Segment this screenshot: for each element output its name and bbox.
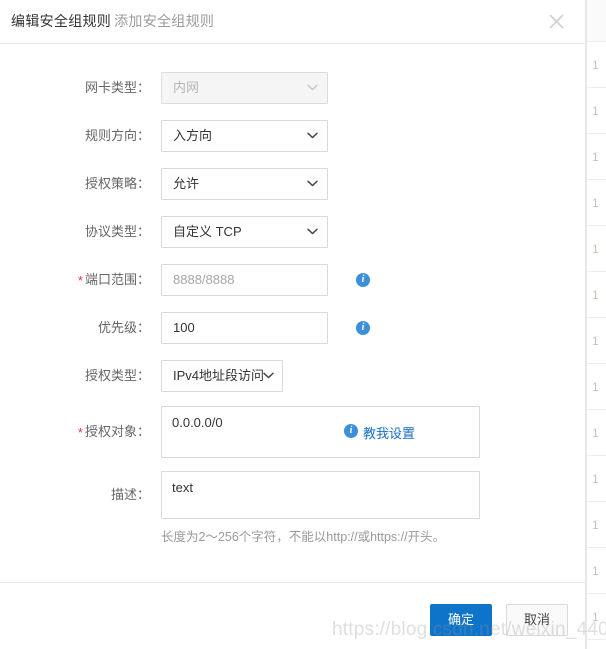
info-icon[interactable]: i (356, 321, 370, 335)
background-table-row: 1 (587, 594, 606, 640)
field-protocol-type: 协议类型： 自定义 TCP (0, 216, 585, 248)
dialog-header: 编辑安全组规则 添加安全组规则 (0, 0, 585, 44)
field-label-nic-type: 网卡类型： (84, 80, 150, 95)
rule-direction-value: 入方向 (173, 128, 213, 143)
field-label-auth-object-text: 授权对象： (84, 424, 150, 439)
protocol-type-select[interactable]: 自定义 TCP (161, 216, 328, 248)
nic-type-control: 内网 (161, 72, 328, 104)
priority-control: 100 (161, 312, 328, 344)
description-hint: 长度为2～256个字符，不能以http://或https://开头。 (161, 530, 446, 544)
field-priority: 优先级： 100 i (0, 312, 585, 344)
protocol-type-control: 自定义 TCP (161, 216, 328, 248)
field-label-port-range-text: 端口范围： (84, 272, 150, 287)
chevron-down-icon (307, 180, 318, 187)
confirm-button[interactable]: 确定 (430, 604, 492, 636)
background-table-row: 1 (587, 456, 606, 502)
rule-direction-control: 入方向 (161, 120, 328, 152)
field-label-auth-object: * 授权对象： (0, 406, 150, 458)
description-control: text (161, 471, 480, 519)
info-icon[interactable]: i (344, 424, 358, 438)
dialog-title-main: 编辑安全组规则 (11, 13, 112, 29)
background-table-row: 1 (587, 502, 606, 548)
auth-object-textarea[interactable]: 0.0.0.0/0 (161, 406, 480, 458)
description-textarea[interactable]: text (161, 471, 480, 519)
field-auth-policy: 授权策略： 允许 (0, 168, 585, 200)
background-table-row: 1 (587, 42, 606, 88)
dialog-footer: 确定 取消 (0, 582, 586, 649)
background-table-row: 1 (587, 88, 606, 134)
teach-me-settings-link[interactable]: 教我设置 (363, 423, 415, 442)
rule-direction-select[interactable]: 入方向 (161, 120, 328, 152)
security-group-rule-dialog: 编辑安全组规则 添加安全组规则 网卡类型： 内网 规则方向： 入方向 授权策略：… (0, 0, 586, 649)
auth-policy-control: 允许 (161, 168, 328, 200)
field-description: 描述： text (0, 471, 585, 519)
background-table-header (587, 0, 606, 42)
auth-object-control: 0.0.0.0/0 (161, 406, 480, 458)
field-label-priority: 优先级： (97, 320, 150, 335)
chevron-down-icon (263, 372, 274, 379)
field-auth-object: * 授权对象： 0.0.0.0/0 i 教我设置 (0, 406, 585, 458)
close-icon[interactable] (541, 6, 571, 36)
background-table-row: 1 (587, 548, 606, 594)
field-label-description: 描述： (110, 487, 150, 502)
field-label-auth-policy: 授权策略： (84, 176, 150, 191)
auth-type-value: IPv4地址段访问 (173, 368, 265, 383)
field-label-protocol-type: 协议类型： (84, 224, 150, 239)
auth-type-control: IPv4地址段访问 (161, 360, 283, 392)
auth-policy-value: 允许 (173, 176, 200, 191)
field-label-port-range: * 端口范围： (0, 264, 150, 296)
nic-type-value: 内网 (173, 80, 200, 95)
background-table-row: 1 (587, 410, 606, 456)
background-table-row: 1 (587, 226, 606, 272)
dialog-title: 编辑安全组规则 添加安全组规则 (11, 11, 214, 31)
protocol-type-value: 自定义 TCP (173, 224, 242, 239)
dialog-title-sub: 添加安全组规则 (114, 13, 215, 29)
background-table-row: 1 (587, 134, 606, 180)
field-label-auth-type: 授权类型： (84, 368, 150, 383)
background-table-row: 1 (587, 272, 606, 318)
background-table-row: 1 (587, 180, 606, 226)
screen: 1 1 1 1 1 1 1 1 1 1 1 1 1 编辑安全组规则 添加安全组规则 (0, 0, 606, 649)
background-table-row: 1 (587, 364, 606, 410)
field-rule-direction: 规则方向： 入方向 (0, 120, 585, 152)
required-marker: * (77, 273, 83, 288)
chevron-down-icon (307, 228, 318, 235)
dialog-body: 网卡类型： 内网 规则方向： 入方向 授权策略： 允许 协议类型： 自定义 TC… (0, 44, 585, 582)
auth-policy-select[interactable]: 允许 (161, 168, 328, 200)
field-auth-type: 授权类型： IPv4地址段访问 (0, 360, 585, 392)
nic-type-select: 内网 (161, 72, 328, 104)
port-range-input[interactable]: 8888/8888 (161, 264, 328, 296)
info-icon[interactable]: i (356, 273, 370, 287)
field-nic-type: 网卡类型： 内网 (0, 72, 585, 104)
chevron-down-icon (307, 132, 318, 139)
priority-input[interactable]: 100 (161, 312, 328, 344)
auth-type-select[interactable]: IPv4地址段访问 (161, 360, 283, 392)
required-marker: * (77, 425, 83, 440)
cancel-button[interactable]: 取消 (506, 604, 568, 636)
chevron-down-icon (307, 84, 318, 91)
port-range-control: 8888/8888 (161, 264, 328, 296)
background-table: 1 1 1 1 1 1 1 1 1 1 1 1 1 (586, 0, 606, 649)
field-port-range: * 端口范围： 8888/8888 i (0, 264, 585, 296)
background-table-row: 1 (587, 318, 606, 364)
field-label-rule-direction: 规则方向： (84, 128, 150, 143)
